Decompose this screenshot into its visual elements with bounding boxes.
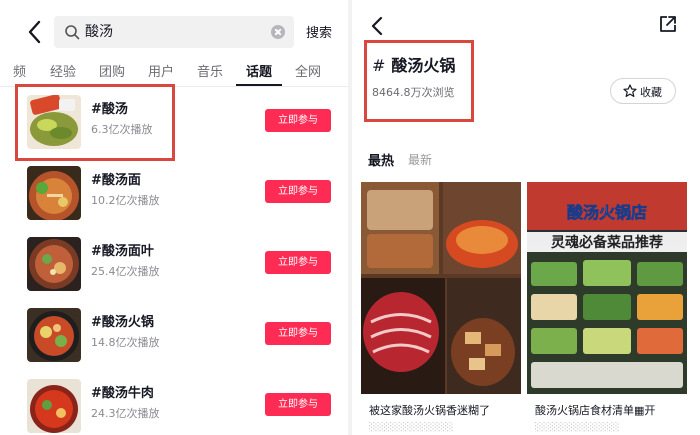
search-input[interactable]: 酸汤: [54, 16, 294, 48]
video-cover: 酸汤火锅店 灵魂必备菜品推荐: [527, 182, 687, 394]
video-cover: [361, 182, 521, 394]
video-caption-overflow: ░░░░░░░░░░: [369, 422, 454, 432]
join-button[interactable]: 立即参与: [265, 322, 331, 345]
sort-hottest-tab[interactable]: 最热: [368, 150, 394, 169]
star-icon: [623, 84, 637, 97]
search-button[interactable]: 搜索: [306, 22, 332, 41]
topic-detail-panel: # 酸汤火锅 8464.8万次浏览 收藏 最热 最新 被这家酸汤火锅香迷糊了 ░…: [352, 0, 700, 435]
tab-all-web[interactable]: 全网: [295, 61, 321, 80]
tab-video[interactable]: 频: [13, 61, 26, 80]
video-card[interactable]: 被这家酸汤火锅香迷糊了 ░░░░░░░░░░: [361, 182, 521, 435]
video-caption: 被这家酸汤火锅香迷糊了: [369, 404, 490, 417]
topic-thumbnail: [27, 379, 81, 433]
tab-topics[interactable]: 话题: [246, 61, 272, 80]
share-icon[interactable]: [658, 14, 678, 34]
topic-plays: 25.4亿次播放: [91, 265, 160, 278]
video-caption-overflow: ░░░░░░░░░░: [535, 422, 620, 432]
topic-plays: 14.8亿次播放: [91, 336, 160, 349]
category-tabs: 频 经验 团购 用户 音乐 话题 全网: [0, 58, 348, 86]
topic-row[interactable]: #酸汤面 10.2亿次播放 立即参与: [0, 166, 348, 236]
join-button[interactable]: 立即参与: [265, 251, 331, 274]
highlight-box: [15, 84, 175, 161]
tab-experience[interactable]: 经验: [50, 61, 76, 80]
cover-subtitle: 灵魂必备菜品推荐: [551, 234, 663, 251]
topic-row[interactable]: #酸汤面叶 25.4亿次播放 立即参与: [0, 237, 348, 307]
topic-name: #酸汤面叶: [91, 244, 154, 259]
topic-name: #酸汤面: [91, 173, 141, 188]
back-arrow-icon[interactable]: [24, 18, 46, 46]
tab-users[interactable]: 用户: [148, 61, 174, 80]
topic-thumbnail: [27, 166, 81, 220]
sort-latest-tab[interactable]: 最新: [408, 151, 432, 168]
tab-groupbuy[interactable]: 团购: [99, 61, 125, 80]
topic-name: #酸汤牛肉: [91, 386, 154, 401]
highlight-box: [364, 40, 474, 122]
topic-plays: 24.3亿次播放: [91, 407, 160, 420]
collect-button[interactable]: 收藏: [610, 78, 676, 104]
search-icon: [65, 25, 80, 40]
topic-thumbnail: [27, 308, 81, 362]
video-caption: 酸汤火锅店食材清单▦开: [535, 404, 656, 417]
topic-row[interactable]: #酸汤牛肉 24.3亿次播放 立即参与: [0, 379, 348, 435]
clear-icon[interactable]: [271, 25, 285, 39]
cover-title: 酸汤火锅店: [567, 203, 647, 222]
video-card[interactable]: 酸汤火锅店 灵魂必备菜品推荐 酸汤火锅店食材清单▦开 ░░░░░░░░░░: [527, 182, 687, 435]
topic-row[interactable]: #酸汤火锅 14.8亿次播放 立即参与: [0, 308, 348, 378]
join-button[interactable]: 立即参与: [265, 393, 331, 416]
back-arrow-icon[interactable]: [368, 14, 386, 38]
topic-thumbnail: [27, 237, 81, 291]
collect-label: 收藏: [640, 86, 662, 99]
topic-plays: 10.2亿次播放: [91, 194, 160, 207]
topic-name: #酸汤火锅: [91, 315, 154, 330]
tab-music[interactable]: 音乐: [197, 61, 223, 80]
join-button[interactable]: 立即参与: [265, 180, 331, 203]
join-button[interactable]: 立即参与: [265, 109, 331, 132]
search-results-panel: 酸汤 搜索 频 经验 团购 用户 音乐 话题 全网 #酸汤 6.3亿次播放 立即…: [0, 0, 348, 435]
search-query: 酸汤: [85, 24, 113, 40]
